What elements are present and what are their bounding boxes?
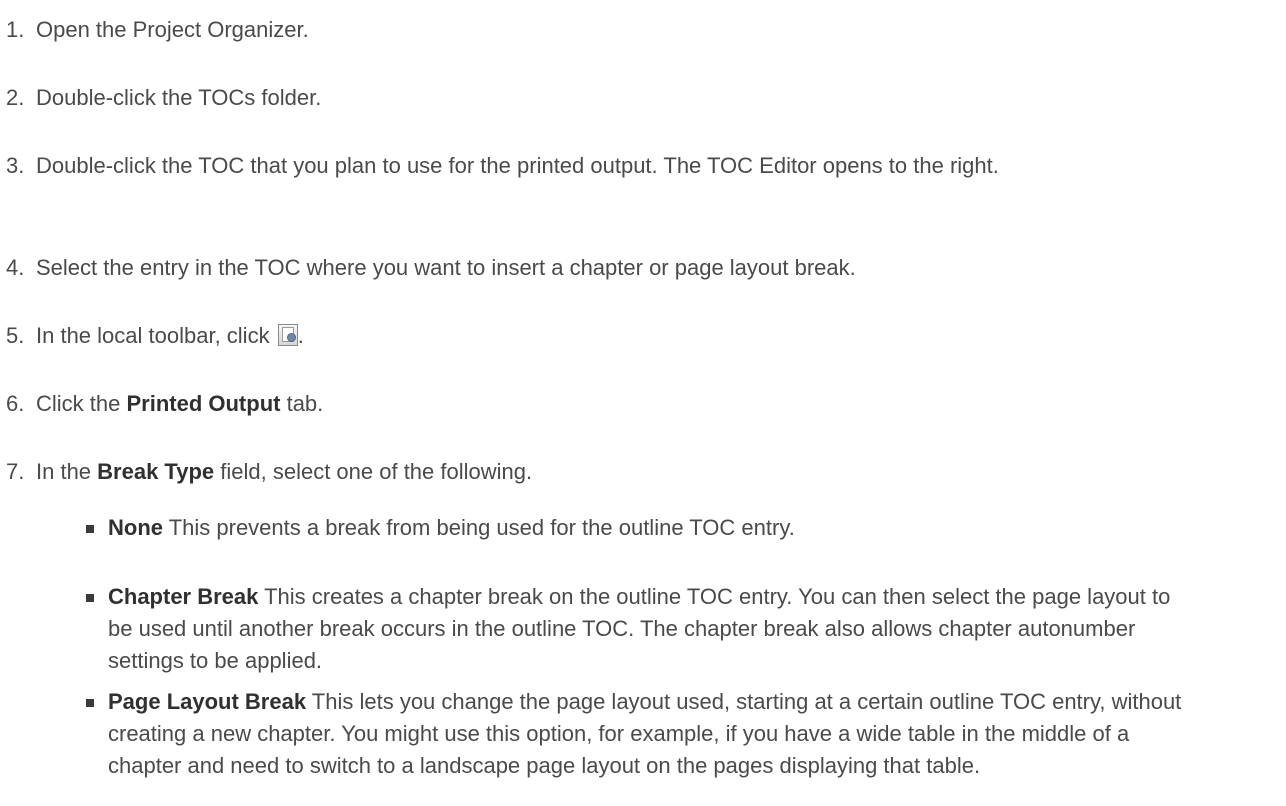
ui-term-printed-output: Printed Output <box>126 391 281 416</box>
step-text-after: field, select one of the following. <box>214 459 533 484</box>
toc-properties-icon <box>277 324 298 346</box>
step-text-after: . <box>297 323 304 348</box>
step-text-before: Click the <box>36 391 127 416</box>
option-description: This creates a chapter break on the outl… <box>108 584 1171 673</box>
step-number: 1. <box>6 17 25 42</box>
bullet-square-icon <box>86 594 94 602</box>
ui-term-break-type: Break Type <box>97 459 215 484</box>
bullet-square-icon <box>86 525 94 533</box>
step-text-before: In the local toolbar, click <box>36 323 276 348</box>
bullet-square-icon <box>86 699 94 707</box>
step-number: 4. <box>6 255 25 280</box>
step-number: 7. <box>6 459 25 484</box>
step-text: In the local toolbar, click . <box>36 320 1270 352</box>
step-text: Double-click the TOC that you plan to us… <box>36 153 999 178</box>
step-number: 3. <box>6 153 25 178</box>
option-text: Page Layout Break This lets you change t… <box>108 686 1188 782</box>
option-description: This prevents a break from being used fo… <box>163 515 795 540</box>
step-text: In the Break Type field, select one of t… <box>36 456 1270 488</box>
option-text: None This prevents a break from being us… <box>108 512 1188 544</box>
step-number: 6. <box>6 391 25 416</box>
step-number: 5. <box>6 323 25 348</box>
option-title: None <box>108 515 163 540</box>
step-text: Click the Printed Output tab. <box>36 388 1270 420</box>
step-number: 2. <box>6 85 25 110</box>
step-text-after: tab. <box>280 391 324 416</box>
step-text: Select the entry in the TOC where you wa… <box>36 255 856 280</box>
wrench-shape <box>286 333 296 342</box>
step-text-before: In the <box>36 459 98 484</box>
step-text: Double-click the TOCs folder. <box>36 85 322 110</box>
option-text: Chapter Break This creates a chapter bre… <box>108 581 1188 677</box>
option-title: Page Layout Break <box>108 689 307 714</box>
option-title: Chapter Break <box>108 584 259 609</box>
step-text: Open the Project Organizer. <box>36 17 309 42</box>
